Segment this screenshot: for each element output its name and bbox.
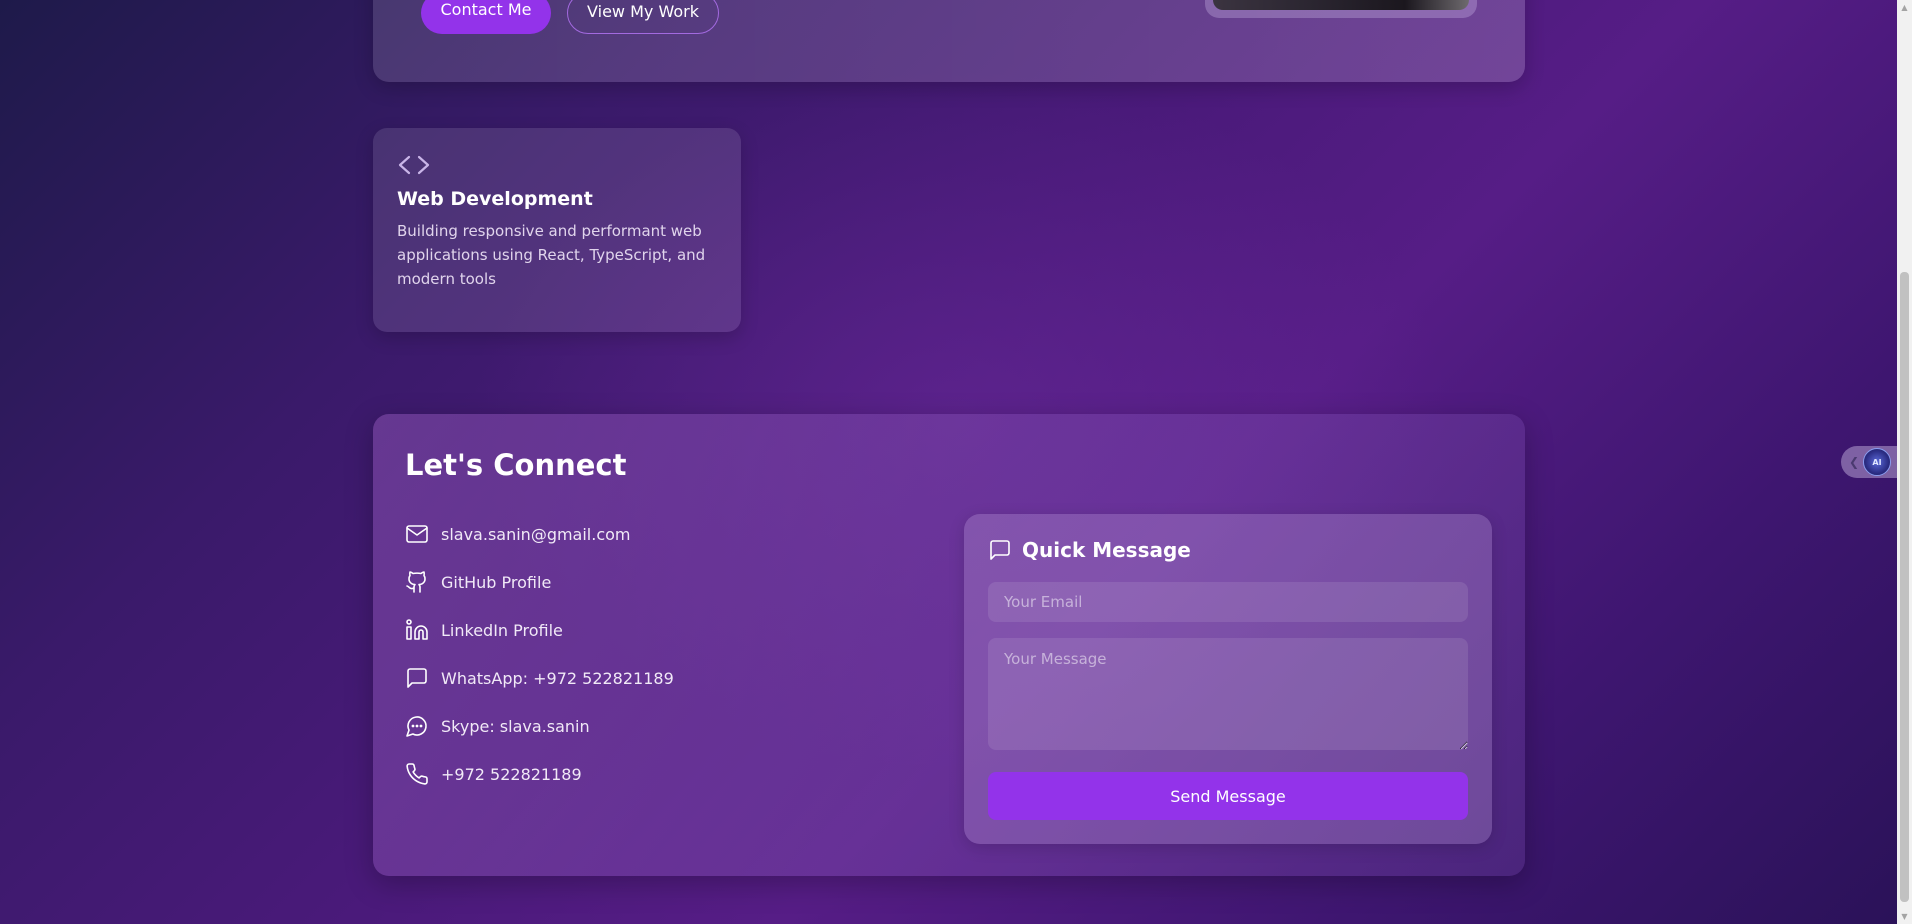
message-square-icon — [990, 540, 1010, 560]
message-field[interactable] — [988, 638, 1468, 750]
email-field[interactable] — [988, 582, 1468, 622]
contact-linkedin-label: LinkedIn Profile — [441, 620, 563, 640]
contact-whatsapp[interactable]: WhatsApp: +972 522821189 — [405, 654, 674, 702]
scrollbar-thumb[interactable] — [1900, 272, 1909, 902]
quick-message-header: Quick Message — [988, 538, 1191, 562]
contact-email-label: slava.sanin@gmail.com — [441, 524, 631, 544]
profile-photo — [1213, 0, 1469, 10]
profile-photo-frame — [1205, 0, 1477, 18]
contact-whatsapp-label: WhatsApp: +972 522821189 — [441, 668, 674, 688]
message-square-icon — [407, 668, 427, 688]
code-icon — [398, 155, 430, 175]
scrollbar[interactable]: ▲ ▼ — [1897, 0, 1912, 924]
view-my-work-button[interactable]: View My Work — [567, 0, 719, 34]
connect-section: Let's Connect slava.sanin@gmail.com GitH… — [373, 414, 1525, 876]
send-message-button[interactable]: Send Message — [988, 772, 1468, 820]
mail-icon — [406, 525, 428, 543]
phone-icon — [406, 763, 428, 785]
service-card-web-development: Web Development Building responsive and … — [373, 128, 741, 332]
contact-linkedin[interactable]: LinkedIn Profile — [405, 606, 674, 654]
scroll-down-arrow-icon[interactable]: ▼ — [1897, 909, 1912, 924]
ai-avatar-label: AI — [1872, 457, 1882, 467]
service-description: Building responsive and performant web a… — [397, 222, 706, 288]
contact-list: slava.sanin@gmail.com GitHub Profile Lin… — [405, 510, 674, 798]
contact-phone-label: +972 522821189 — [441, 764, 582, 784]
ai-assistant-widget[interactable]: ❮ AI — [1841, 446, 1899, 478]
hero-card: Contact Me View My Work — [373, 0, 1525, 82]
contact-me-button[interactable]: Contact Me — [421, 0, 551, 34]
contact-github[interactable]: GitHub Profile — [405, 558, 674, 606]
quick-message-card: Quick Message Send Message — [964, 514, 1492, 844]
contact-skype-label: Skype: slava.sanin — [441, 716, 590, 736]
contact-phone[interactable]: +972 522821189 — [405, 750, 674, 798]
contact-email[interactable]: slava.sanin@gmail.com — [405, 510, 674, 558]
github-icon — [406, 571, 426, 593]
linkedin-icon — [406, 619, 428, 640]
scroll-up-arrow-icon[interactable]: ▲ — [1897, 0, 1912, 15]
message-circle-icon — [406, 716, 427, 737]
contact-skype[interactable]: Skype: slava.sanin — [405, 702, 674, 750]
connect-title: Let's Connect — [405, 448, 627, 482]
quick-message-title: Quick Message — [1022, 538, 1191, 562]
contact-github-label: GitHub Profile — [441, 572, 552, 592]
ai-avatar[interactable]: AI — [1863, 448, 1891, 476]
service-title: Web Development — [397, 188, 593, 210]
chevron-left-icon[interactable]: ❮ — [1849, 456, 1859, 468]
